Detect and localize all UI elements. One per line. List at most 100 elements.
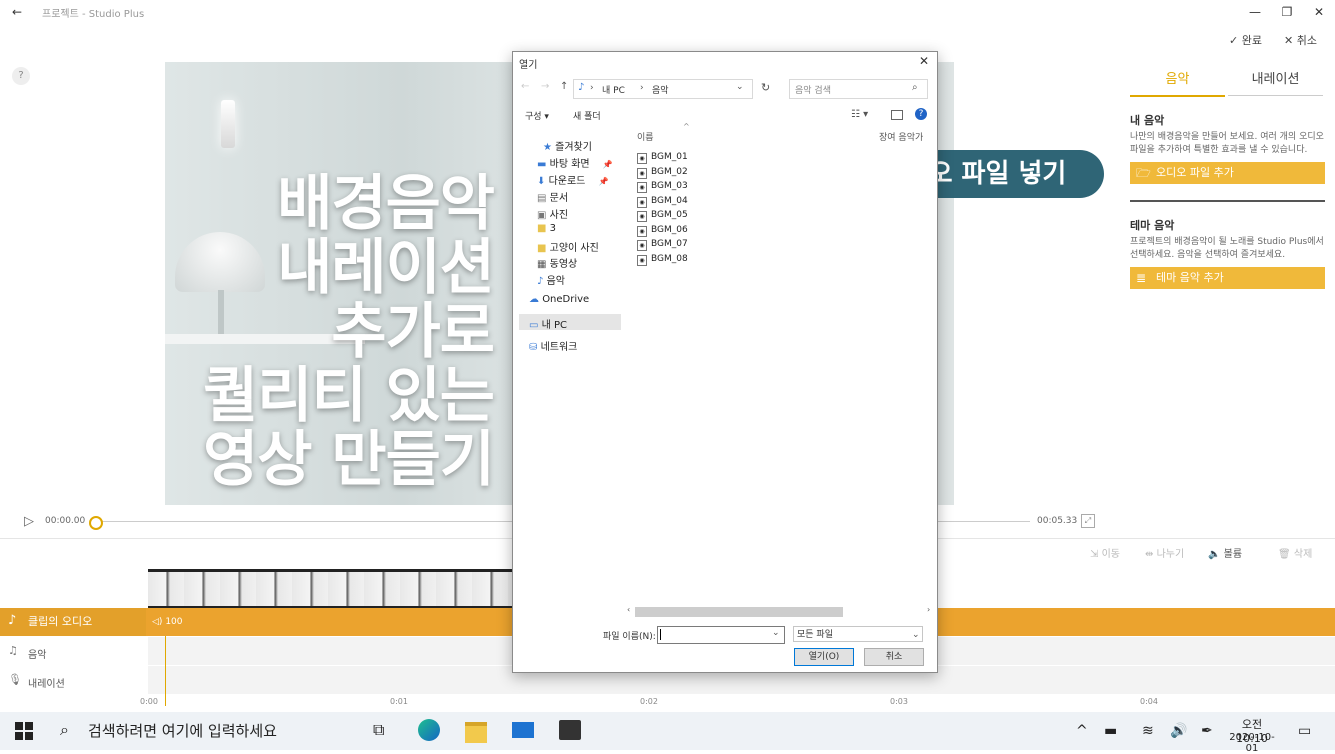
volume-icon[interactable]: 🔊 [1170, 712, 1187, 750]
refresh-icon[interactable]: ↻ [761, 81, 770, 94]
star-icon: ★ [543, 142, 552, 153]
fullscreen-icon[interactable]: ⤢ [1081, 514, 1095, 528]
minimize-button[interactable]: — [1244, 2, 1266, 22]
mail-icon[interactable] [512, 722, 534, 738]
nav-item-this-pc[interactable]: ▭ 내 PC [529, 316, 567, 331]
column-header-right[interactable]: 장여 음악가 [879, 130, 923, 143]
delete-label: 삭제 [1293, 549, 1313, 560]
view-options-icon[interactable]: ☷ ▾ [851, 109, 868, 120]
nav-item-cat-photos[interactable]: ■ 고양이 사진 [537, 239, 599, 254]
video-filmstrip[interactable] [148, 569, 514, 609]
file-item[interactable]: ◉ BGM_01 [637, 152, 688, 164]
store-icon[interactable] [559, 720, 581, 740]
edge-browser-icon[interactable] [418, 719, 440, 741]
nav-item-network[interactable]: ⛁ 네트워크 [529, 338, 577, 353]
nav-item-desktop[interactable]: ▬ 바탕 화면 📌 [537, 155, 613, 170]
ruler-tick: 0:04 [1140, 697, 1158, 706]
done-button[interactable]: ✓ 완료 [1229, 32, 1262, 48]
nav-label: 음악 [546, 276, 565, 287]
add-audio-file-button[interactable]: 🗁 오디오 파일 추가 [1130, 162, 1325, 184]
battery-icon[interactable]: ▬ [1104, 712, 1117, 750]
search-placeholder: 음악 검색 [795, 86, 831, 96]
seek-handle[interactable] [89, 516, 103, 530]
cancel-project-button[interactable]: ✕ 취소 [1284, 32, 1317, 48]
add-theme-music-button[interactable]: ≣ 테마 음악 추가 [1130, 267, 1325, 289]
preview-pane-icon[interactable] [891, 110, 903, 120]
nav-label: 3 [549, 223, 557, 234]
dialog-cancel-button[interactable]: 취소 [864, 648, 924, 666]
download-icon: ⬇ [537, 176, 546, 187]
scroll-right-icon[interactable]: › [927, 605, 930, 614]
file-item[interactable]: ◉ BGM_05 [637, 210, 688, 222]
wifi-icon[interactable]: ≋ [1142, 712, 1154, 750]
forward-icon[interactable]: → [541, 81, 549, 92]
back-icon[interactable]: ← [521, 81, 529, 92]
close-button[interactable]: ✕ [1308, 2, 1330, 22]
file-item[interactable]: ◉ BGM_06 [637, 225, 688, 237]
dialog-search-field[interactable]: 음악 검색 ⌕ [789, 79, 928, 99]
pen-icon[interactable]: ✒ [1201, 712, 1213, 750]
nav-item-videos[interactable]: ▦ 동영상 [537, 255, 577, 270]
new-folder-button[interactable]: 새 폴더 [573, 109, 601, 122]
play-icon[interactable]: ▷ [24, 514, 34, 529]
clock-date[interactable]: 2020-10-01 [1226, 732, 1278, 754]
move-button[interactable]: ⇲ 이동 [1090, 545, 1120, 560]
nav-item-documents[interactable]: ▤ 문서 [537, 189, 568, 204]
nav-item-favorites[interactable]: ★ 즐겨찾기 [543, 138, 592, 153]
nav-item-downloads[interactable]: ⬇ 다운로드 📌 [537, 172, 609, 187]
file-name: BGM_01 [651, 152, 688, 162]
file-item[interactable]: ◉ BGM_03 [637, 181, 688, 193]
windows-start-icon[interactable] [15, 722, 33, 740]
split-button[interactable]: ⇹ 나누기 [1145, 545, 1184, 560]
folder-icon: ■ [537, 243, 547, 254]
path-segment-music[interactable]: 음악 [652, 83, 669, 96]
nav-item-pictures[interactable]: ▣ 사진 [537, 206, 568, 221]
notification-icon[interactable]: ▭ [1298, 712, 1311, 750]
up-icon[interactable]: ↑ [560, 81, 568, 92]
restore-button[interactable]: ❐ [1276, 2, 1298, 22]
tray-chevron-up-icon[interactable]: ^ [1076, 712, 1088, 750]
file-type-select[interactable]: 모든 파일 ⌄ [793, 626, 923, 642]
help-icon[interactable]: ? [12, 67, 30, 85]
path-segment-pc[interactable]: 내 PC [602, 83, 625, 96]
tab-narration[interactable]: 내레이션 [1228, 68, 1323, 96]
delete-button[interactable]: 🗑 삭제 [1278, 545, 1312, 560]
file-item[interactable]: ◉ BGM_07 [637, 239, 688, 251]
lamp-stand-image [218, 290, 224, 334]
document-icon: ▤ [537, 193, 547, 204]
chevron-down-icon[interactable]: ⌄ [772, 628, 780, 638]
nav-label: 고양이 사진 [549, 243, 599, 254]
file-name: BGM_06 [651, 225, 688, 235]
taskbar-search-box[interactable]: 검색하려면 여기에 입력하세요 [52, 712, 362, 750]
playhead[interactable] [165, 636, 166, 706]
tab-music[interactable]: 음악 [1130, 68, 1225, 97]
file-item[interactable]: ◉ BGM_02 [637, 167, 688, 179]
audio-file-icon: ◉ [637, 153, 647, 164]
scroll-left-icon[interactable]: ‹ [627, 605, 630, 614]
overlay-text-line-2: 내레이션 [277, 233, 495, 303]
open-button[interactable]: 열기(O) [794, 648, 854, 666]
chevron-down-icon[interactable]: ⌄ [736, 82, 744, 92]
horizontal-scrollbar[interactable] [635, 607, 843, 617]
address-bar[interactable]: ♪ › 내 PC › 음악 ⌄ [573, 79, 753, 99]
done-label: 완료 [1241, 34, 1262, 47]
file-item[interactable]: ◉ BGM_04 [637, 196, 688, 208]
organize-button[interactable]: 구성 ▾ [525, 109, 549, 122]
volume-button[interactable]: 🔈 볼륨 [1208, 545, 1242, 560]
sort-caret-icon: ^ [683, 122, 690, 131]
path-separator: › [590, 83, 594, 93]
dialog-help-icon[interactable]: ? [915, 108, 927, 120]
nav-item-onedrive[interactable]: ☁ OneDrive [529, 294, 589, 305]
filename-input[interactable]: ⌄ [657, 626, 785, 644]
dialog-close-icon[interactable]: ✕ [919, 54, 929, 68]
file-item[interactable]: ◉ BGM_08 [637, 254, 688, 266]
file-explorer-icon[interactable] [465, 722, 487, 743]
column-header-name[interactable]: 이름 [637, 130, 654, 143]
microphone-icon: 🎙 [8, 673, 22, 686]
nav-item-music[interactable]: ♪ 음악 [537, 272, 565, 287]
nav-item-folder-3[interactable]: ■ 3 [537, 223, 556, 234]
back-arrow-icon[interactable]: ← [6, 2, 28, 22]
task-view-icon[interactable]: ⧉ [373, 720, 384, 740]
overlay-text-line-3: 추가로 [331, 297, 495, 367]
theme-music-description: 프로젝트의 배경음악이 될 노래를 Studio Plus에서 선택하세요. 음… [1130, 237, 1324, 260]
